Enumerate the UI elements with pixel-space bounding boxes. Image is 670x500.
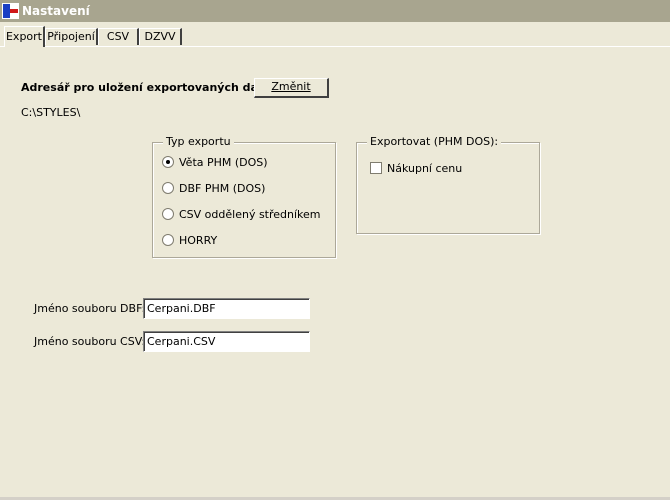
radio-button-icon — [162, 208, 174, 220]
purchase-price-label: Nákupní cenu — [387, 161, 463, 175]
radio-csv-label: CSV oddělený středníkem — [179, 207, 321, 221]
dbf-filename-input[interactable] — [143, 298, 310, 319]
app-icon — [2, 3, 19, 19]
tab-export[interactable]: Export — [4, 26, 45, 47]
tab-divider — [0, 46, 670, 47]
radio-veta-phm-label: Věta PHM (DOS) — [179, 155, 268, 169]
change-folder-button[interactable]: Změnit — [254, 78, 329, 98]
export-phm-group: Exportovat (PHM DOS): — [356, 135, 540, 234]
csv-filename-label: Jméno souboru CSV: — [34, 335, 146, 348]
tab-dzvv[interactable]: DZVV — [139, 28, 182, 45]
csv-filename-input[interactable] — [143, 331, 310, 352]
window-title: Nastavení — [22, 4, 90, 18]
purchase-price-checkbox[interactable]: Nákupní cenu — [370, 161, 462, 175]
radio-dbf-phm-label: DBF PHM (DOS) — [179, 181, 266, 195]
radio-horry-label: HORRY — [179, 233, 218, 247]
export-phm-title: Exportovat (PHM DOS): — [367, 135, 502, 148]
tab-pripojeni[interactable]: Připojení — [45, 28, 98, 45]
radio-button-icon — [162, 182, 174, 194]
radio-horry[interactable]: HORRY — [162, 233, 217, 247]
tab-csv[interactable]: CSV — [98, 28, 139, 45]
title-bar[interactable]: Nastavení — [0, 0, 670, 22]
export-type-title: Typ exportu — [163, 135, 234, 148]
export-folder-path: C:\STYLES\ — [21, 106, 81, 119]
checkbox-icon — [370, 162, 382, 174]
change-folder-button-label: Změnit — [271, 80, 311, 93]
export-folder-label: Adresář pro uložení exportovaných dat: — [21, 81, 268, 94]
radio-button-icon — [162, 234, 174, 246]
radio-csv[interactable]: CSV oddělený středníkem — [162, 207, 321, 221]
dbf-filename-label: Jméno souboru DBF: — [34, 302, 146, 315]
radio-dbf-phm[interactable]: DBF PHM (DOS) — [162, 181, 265, 195]
radio-button-icon — [162, 156, 174, 168]
radio-veta-phm[interactable]: Věta PHM (DOS) — [162, 155, 268, 169]
tab-strip: Export Připojení CSV DZVV — [0, 26, 670, 47]
